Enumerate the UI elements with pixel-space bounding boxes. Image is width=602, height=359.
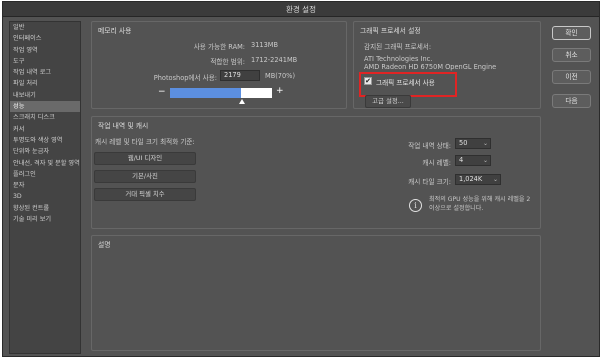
memory-slider-thumb[interactable] <box>239 99 245 104</box>
sidebar-item-history-log[interactable]: 작업 내역 로그 <box>10 67 80 78</box>
sidebar-item-tools[interactable]: 도구 <box>10 56 80 67</box>
sidebar-item-transparency-gamut[interactable]: 투명도와 색상 영역 <box>10 135 80 146</box>
memory-decrease-icon[interactable]: − <box>158 87 166 97</box>
sidebar-item-guides-grid-slices[interactable]: 안내선, 격자 및 분할 영역 <box>10 158 80 169</box>
web-ui-design-button[interactable]: 웹/UI 디자인 <box>94 152 196 165</box>
use-gpu-label[interactable]: 그래픽 프로세서 사용 <box>376 77 435 87</box>
available-ram-label: 사용 가능한 RAM: <box>193 43 245 51</box>
sidebar-item-performance[interactable]: 성능 <box>10 101 80 113</box>
gpu-model: AMD Radeon HD 6750M OpenGL Engine <box>364 63 497 71</box>
cache-tile-size-value: 1,024K <box>459 175 483 183</box>
sidebar-item-workspace[interactable]: 작업 영역 <box>10 45 80 56</box>
chevron-down-icon: ⌄ <box>482 140 488 147</box>
history-states-label: 작업 내역 상태: <box>408 142 451 150</box>
sidebar-item-3d[interactable]: 3D <box>10 191 80 202</box>
ideal-range-label: 적합한 범위: <box>210 58 245 66</box>
cache-levels-value: 4 <box>459 156 464 164</box>
window-title: 환경 설정 <box>3 2 599 17</box>
advanced-settings-button[interactable]: 고급 설정... <box>365 95 411 108</box>
sidebar-item-plugins[interactable]: 플러그인 <box>10 169 80 180</box>
sidebar-item-cursors[interactable]: 커서 <box>10 124 80 135</box>
available-ram-value: 3113MB <box>251 41 278 49</box>
sidebar-item-units-rulers[interactable]: 단위와 눈금자 <box>10 146 80 157</box>
next-button[interactable]: 다음 <box>552 94 591 108</box>
sidebar-item-enhanced-controls[interactable]: 향상된 컨트롤 <box>10 203 80 214</box>
cache-tile-size-label: 캐시 타일 크기: <box>408 178 451 186</box>
gpu-vendor: ATI Technologies Inc. <box>364 55 433 63</box>
cache-levels-select[interactable]: 4 ⌄ <box>455 155 491 166</box>
photoshop-use-label: Photoshop에서 사용: <box>153 74 217 82</box>
default-photos-button[interactable]: 기본/사진 <box>94 170 196 183</box>
previous-button[interactable]: 이전 <box>552 70 591 84</box>
preferences-sidebar: 일반 인터페이스 작업 영역 도구 작업 내역 로그 파일 처리 내보내기 성능… <box>9 21 81 354</box>
memory-slider-fill <box>170 88 242 98</box>
sidebar-item-general[interactable]: 일반 <box>10 22 80 33</box>
description-group: 설명 <box>91 235 541 351</box>
sidebar-item-interface[interactable]: 인터페이스 <box>10 33 80 44</box>
memory-use-input[interactable]: 2179 <box>220 70 260 81</box>
sidebar-item-type[interactable]: 문자 <box>10 180 80 191</box>
chevron-down-icon: ⌄ <box>492 176 498 183</box>
detected-gpu-label: 감지된 그래픽 프로세서: <box>364 43 432 51</box>
huge-pixel-dimensions-button[interactable]: 거대 픽셀 치수 <box>94 188 196 201</box>
description-title: 설명 <box>98 241 111 249</box>
memory-increase-icon[interactable]: + <box>276 86 284 96</box>
memory-use-unit: MB(70%) <box>265 72 296 80</box>
gpu-info-line-2: 이상으로 설정합니다. <box>429 205 484 212</box>
ok-button[interactable]: 확인 <box>552 26 591 40</box>
optimize-cache-label: 캐시 레벨 및 타일 크기 최적화 기준: <box>95 138 195 146</box>
ideal-range-value: 1712-2241MB <box>251 56 298 64</box>
sidebar-item-scratch-disks[interactable]: 스크래치 디스크 <box>10 112 80 123</box>
cancel-button[interactable]: 취소 <box>552 48 591 62</box>
cache-levels-label: 캐시 레벨: <box>422 159 451 167</box>
chevron-down-icon: ⌄ <box>482 157 488 164</box>
sidebar-item-export[interactable]: 내보내기 <box>10 90 80 101</box>
cache-tile-size-select[interactable]: 1,024K ⌄ <box>455 174 501 185</box>
memory-slider[interactable] <box>170 88 272 98</box>
use-gpu-checkbox[interactable]: ✔ <box>364 77 372 85</box>
gpu-settings-title: 그래픽 프로세서 설정 <box>360 27 421 35</box>
history-states-value: 50 <box>459 139 468 147</box>
memory-usage-title: 메모리 사용 <box>98 27 132 35</box>
history-states-select[interactable]: 50 ⌄ <box>455 138 491 149</box>
preferences-window: 환경 설정 일반 인터페이스 작업 영역 도구 작업 내역 로그 파일 처리 내… <box>2 1 600 357</box>
info-icon: i <box>409 199 422 212</box>
history-cache-title: 작업 내역 및 캐시 <box>98 122 149 130</box>
gpu-info-line-1: 최적의 GPU 성능을 위해 캐시 레벨을 2 <box>429 196 531 203</box>
sidebar-item-file-handling[interactable]: 파일 처리 <box>10 78 80 89</box>
sidebar-item-technology-previews[interactable]: 기술 미리 보기 <box>10 214 80 225</box>
